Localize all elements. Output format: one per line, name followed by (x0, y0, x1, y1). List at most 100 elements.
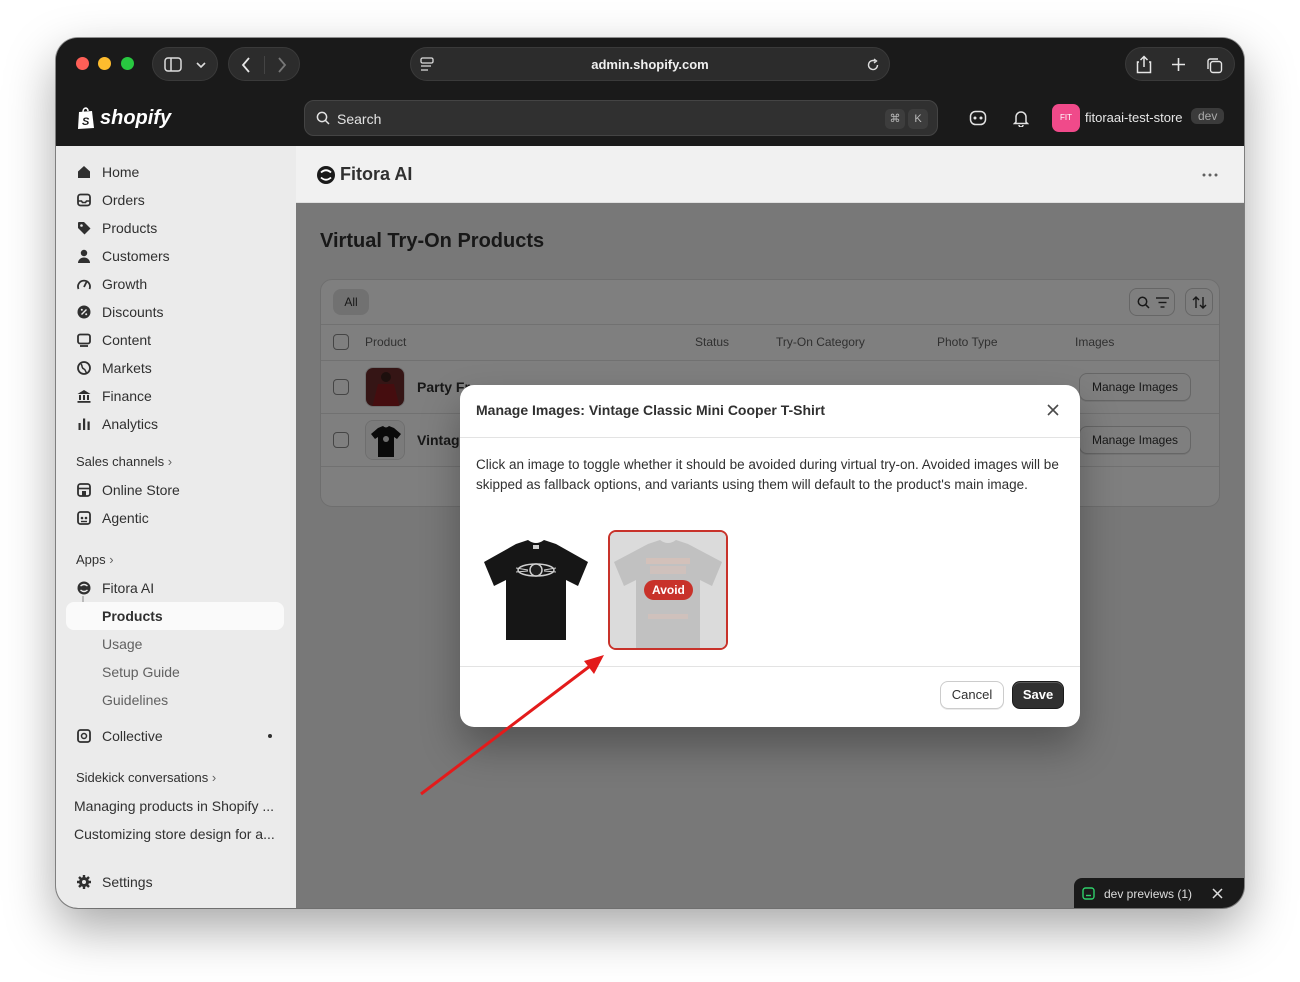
cancel-button[interactable]: Cancel (940, 681, 1004, 709)
sidebar-item-fitora-ai[interactable]: Fitora AI (66, 574, 284, 602)
sidebar-item-label: Setup Guide (102, 664, 180, 680)
sidebar-item-collective[interactable]: Collective (66, 722, 284, 750)
sidebar-item-label: Customers (102, 248, 170, 264)
gear-icon (77, 875, 91, 889)
sidebar-item-label: Settings (102, 874, 153, 890)
fitora-app-icon (77, 581, 91, 595)
sidebar-item-app-products[interactable]: Products (66, 602, 284, 630)
forward-icon[interactable] (277, 57, 287, 73)
sidekick-icon[interactable] (969, 110, 987, 126)
browser-window: admin.shopify.com S shopify Search ⌘ K F… (56, 38, 1244, 908)
sidebar-item-label: Products (102, 220, 158, 236)
fitora-logo-icon (317, 166, 335, 184)
chevron-right-icon: › (167, 454, 173, 469)
sidebar-item-setup-guide[interactable]: Setup Guide (66, 658, 284, 686)
sidebar-item-label: Home (102, 164, 140, 180)
dev-previews-label: dev previews (1) (1104, 887, 1193, 901)
sidebar-item-settings[interactable]: Settings (66, 868, 284, 896)
sidebar-item-finance[interactable]: Finance (66, 382, 284, 410)
sidebar-item-label: Orders (102, 192, 145, 208)
save-button[interactable]: Save (1012, 681, 1064, 709)
sidebar-item-label: Discounts (102, 304, 164, 320)
reload-icon[interactable] (866, 58, 880, 72)
product-image-tile-avoided[interactable]: Avoid (608, 530, 728, 650)
sidebar-item-label: Agentic (102, 510, 149, 526)
sidebar-item-discounts[interactable]: Discounts (66, 298, 284, 326)
sidebar-toggle-button[interactable] (152, 47, 218, 81)
chevron-down-icon (196, 62, 206, 69)
sidebar-item-label: Collective (102, 728, 163, 744)
app-header: Fitora AI (296, 146, 1244, 203)
share-icon[interactable] (1136, 55, 1152, 74)
new-tab-icon[interactable] (1171, 57, 1186, 72)
sidebar-item-growth[interactable]: Growth (66, 270, 284, 298)
minimize-window-button[interactable] (98, 57, 111, 70)
sidebar-item-content[interactable]: Content (66, 326, 284, 354)
person-icon (78, 249, 90, 263)
chevron-right-icon: › (211, 770, 217, 785)
sidebar-item-label: Growth (102, 276, 148, 292)
shopify-bag-icon: S (78, 107, 94, 129)
apps-heading[interactable]: Apps › (76, 552, 114, 567)
sidekick-conversation-item[interactable]: Customizing store design for a... (74, 826, 282, 842)
unread-dot (268, 734, 272, 738)
sidebar-item-label: Content (102, 332, 152, 348)
sidebar-item-analytics[interactable]: Analytics (66, 410, 284, 438)
discount-icon (77, 305, 91, 319)
product-image-tile[interactable] (476, 530, 596, 650)
sidebar-item-home[interactable]: Home (66, 158, 284, 186)
back-icon[interactable] (241, 57, 251, 73)
svg-text:S: S (82, 116, 90, 128)
home-icon (78, 166, 90, 178)
avoid-badge: Avoid (644, 580, 693, 600)
tshirt-black-image (476, 530, 596, 650)
sales-channels-heading[interactable]: Sales channels › (76, 454, 172, 469)
manage-images-modal: Manage Images: Vintage Classic Mini Coop… (460, 385, 1080, 727)
tag-icon (78, 222, 91, 235)
admin-topbar: S shopify Search ⌘ K FIT fitoraai-test-s… (56, 90, 1244, 146)
sidebar-item-online-store[interactable]: Online Store (66, 476, 284, 504)
sidebar-item-label: Online Store (102, 482, 180, 498)
store-avatar[interactable]: FIT (1052, 104, 1080, 132)
sidebar-item-products[interactable]: Products (66, 214, 284, 242)
sidebar-item-usage[interactable]: Usage (66, 630, 284, 658)
admin-sidebar: Home Orders Products Customers Growth Di… (56, 146, 296, 908)
sidebar-item-label: Fitora AI (102, 580, 155, 596)
sidebar-item-label: Finance (102, 388, 152, 404)
bell-icon[interactable] (1013, 109, 1029, 127)
window-actions (1125, 47, 1235, 81)
admin-search-input[interactable]: Search ⌘ K (304, 100, 938, 136)
sidekick-conversations-heading[interactable]: Sidekick conversations › (76, 770, 216, 785)
sidebar-item-label: Markets (102, 360, 152, 376)
shopify-logo[interactable]: S shopify (76, 106, 171, 130)
sidebar-item-label: Guidelines (102, 692, 169, 708)
sidebar-item-label: Analytics (102, 416, 159, 432)
sidebar-item-customers[interactable]: Customers (66, 242, 284, 270)
sidekick-conversation-item[interactable]: Managing products in Shopify ... (74, 798, 282, 814)
zoom-window-button[interactable] (121, 57, 134, 70)
close-window-button[interactable] (76, 57, 89, 70)
sidebar-item-label: Products (102, 608, 163, 624)
inbox-icon (77, 193, 91, 207)
url-text: admin.shopify.com (591, 57, 709, 72)
agentic-icon (77, 511, 91, 525)
gauge-icon (77, 279, 91, 290)
search-placeholder: Search (337, 111, 382, 127)
close-icon[interactable] (1047, 404, 1059, 416)
sidebar-item-markets[interactable]: Markets (66, 354, 284, 382)
more-actions-icon[interactable] (1202, 173, 1218, 177)
tab-overview-icon[interactable] (1206, 57, 1223, 74)
shortcut-key-k: K (908, 109, 928, 129)
sidebar-item-label: Usage (102, 636, 143, 652)
sidebar-item-guidelines[interactable]: Guidelines (66, 686, 284, 714)
address-bar[interactable]: admin.shopify.com (410, 47, 890, 81)
store-name[interactable]: fitoraai-test-store (1085, 110, 1183, 125)
dev-previews-bar[interactable]: dev previews (1) (1074, 878, 1244, 908)
dev-preview-icon (1082, 887, 1095, 900)
sidebar-item-agentic[interactable]: Agentic (66, 504, 284, 532)
close-icon[interactable] (1212, 888, 1223, 899)
modal-title: Manage Images: Vintage Classic Mini Coop… (476, 402, 826, 418)
store-icon (77, 483, 91, 497)
browser-toolbar: admin.shopify.com (56, 38, 1244, 90)
sidebar-item-orders[interactable]: Orders (66, 186, 284, 214)
